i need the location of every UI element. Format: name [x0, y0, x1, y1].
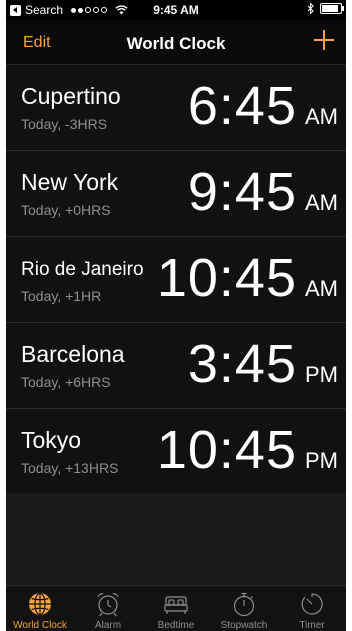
alarm-clock-icon	[97, 593, 119, 617]
local-time: 3:45 PM	[188, 333, 338, 395]
local-time: 10:45 AM	[157, 247, 338, 309]
clock-row[interactable]: Tokyo Today, +13HRS 10:45 PM	[6, 409, 346, 495]
status-right	[307, 3, 344, 14]
local-time: 9:45 AM	[188, 161, 338, 223]
tab-timer[interactable]: Timer	[278, 586, 346, 631]
bed-icon	[164, 596, 188, 614]
tab-stopwatch[interactable]: Stopwatch	[210, 586, 278, 631]
time-offset: Today, +13HRS	[21, 460, 119, 476]
city-name: Barcelona	[21, 341, 125, 367]
clock-row[interactable]: Barcelona Today, +6HRS 3:45 PM	[6, 323, 346, 409]
city-name: Cupertino	[21, 83, 121, 109]
time-digits: 6:45	[187, 76, 297, 136]
navigation-bar: Edit World Clock	[6, 20, 346, 65]
time-digits: 10:45	[156, 248, 297, 308]
time-digits: 9:45	[187, 162, 297, 222]
add-clock-button[interactable]	[312, 28, 336, 52]
city-name: New York	[21, 169, 119, 195]
clock-row[interactable]: New York Today, +0HRS 9:45 AM	[6, 151, 346, 237]
am-pm: AM	[305, 190, 338, 215]
bluetooth-icon	[307, 3, 314, 14]
city-name: Tokyo	[21, 427, 82, 453]
tab-label: Timer	[299, 620, 325, 631]
tab-bar: World Clock Alarm Bedtime Stopwatch Time…	[6, 585, 346, 631]
status-time: 9:45 AM	[153, 3, 199, 17]
tab-alarm[interactable]: Alarm	[74, 586, 142, 631]
clock-list: Cupertino Today, -3HRS 6:45 AM New York …	[6, 65, 346, 495]
phone-screen: Search 9:45 AM Edit World Clock Cupertin…	[6, 0, 346, 631]
am-pm: PM	[305, 448, 338, 473]
tab-label: Stopwatch	[220, 620, 268, 631]
time-offset: Today, +6HRS	[21, 374, 111, 390]
city-name: Rio de Janeiro	[21, 259, 144, 280]
tab-label: World Clock	[13, 620, 67, 631]
time-offset: Today, -3HRS	[21, 116, 108, 132]
time-digits: 10:45	[156, 420, 297, 480]
globe-icon	[29, 592, 51, 616]
am-pm: AM	[305, 104, 338, 129]
tab-bedtime[interactable]: Bedtime	[142, 586, 210, 631]
clock-row[interactable]: Cupertino Today, -3HRS 6:45 AM	[6, 65, 346, 151]
tab-label: Alarm	[94, 620, 122, 631]
stopwatch-icon	[233, 592, 255, 617]
time-offset: Today, +0HRS	[21, 202, 111, 218]
tab-world-clock[interactable]: World Clock	[6, 586, 74, 631]
empty-list-area	[6, 493, 346, 585]
local-time: 10:45 PM	[157, 419, 338, 481]
status-bar: Search 9:45 AM	[6, 0, 346, 20]
tab-label: Bedtime	[157, 620, 195, 631]
page-title: World Clock	[126, 34, 226, 53]
local-time: 6:45 AM	[188, 75, 338, 137]
time-offset: Today, +1HR	[21, 288, 102, 304]
battery-icon	[320, 3, 344, 14]
clock-row[interactable]: Rio de Janeiro Today, +1HR 10:45 AM	[6, 237, 346, 323]
timer-icon	[301, 593, 323, 615]
am-pm: PM	[305, 362, 338, 387]
am-pm: AM	[305, 276, 338, 301]
time-digits: 3:45	[187, 334, 297, 394]
